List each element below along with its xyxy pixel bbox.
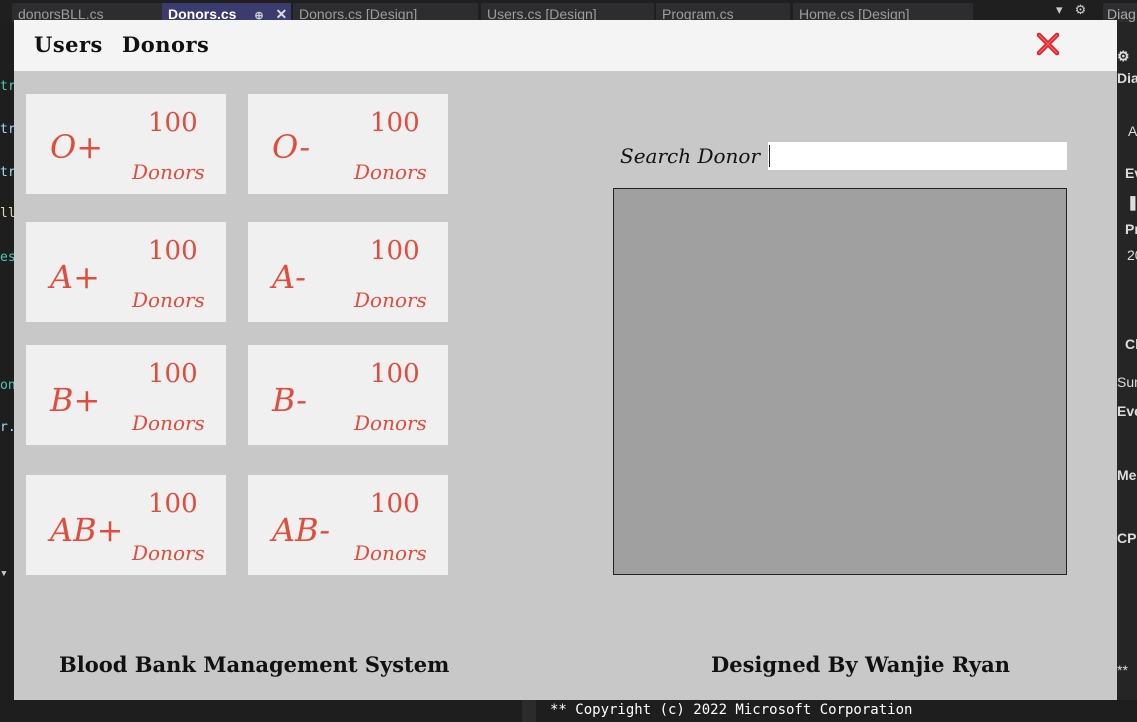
search-donor-label: Search Donor [620, 144, 761, 168]
donor-count: 100 [370, 489, 420, 519]
menu-item-donors[interactable]: Donors [122, 32, 209, 57]
blood-card-b-positive[interactable]: B+ 100 Donors [26, 345, 226, 445]
blood-type-label: O+ [50, 128, 104, 166]
blood-type-label: B- [272, 381, 307, 419]
donors-caption: Donors [132, 160, 205, 184]
code-fragment: ll [0, 206, 14, 221]
blood-type-label: A+ [50, 258, 100, 296]
donors-caption: Donors [354, 411, 427, 435]
donors-form-window: Users Donors O+ 100 Donors O- 100 Donors… [14, 20, 1117, 700]
donors-caption: Donors [132, 411, 205, 435]
blood-card-a-positive[interactable]: A+ 100 Donors [26, 222, 226, 322]
donors-caption: Donors [354, 541, 427, 565]
donors-data-grid[interactable] [613, 188, 1067, 575]
gear-icon[interactable]: ⚙ [1117, 48, 1130, 65]
donors-caption: Donors [354, 160, 427, 184]
donor-count: 100 [370, 359, 420, 389]
code-fragment: tr [0, 79, 14, 94]
panel-label: ** [1117, 662, 1128, 678]
panel-label: Eve [1117, 403, 1137, 419]
panel-label: Me [1117, 467, 1137, 483]
blood-card-a-negative[interactable]: A- 100 Donors [248, 222, 448, 322]
menu-item-users[interactable]: Users [34, 32, 103, 57]
code-fragment: on [0, 378, 14, 393]
blood-card-ab-negative[interactable]: AB- 100 Donors [248, 475, 448, 575]
close-icon[interactable] [1036, 32, 1060, 56]
pause-icon[interactable]: ❚ [1127, 194, 1137, 211]
donors-caption: Donors [354, 288, 427, 312]
panel-label: Ev [1125, 165, 1137, 181]
menu-bar: Users Donors [14, 20, 1117, 71]
text-caret [769, 145, 770, 167]
panel-label: 20 [1127, 247, 1137, 263]
close-button[interactable] [1036, 32, 1060, 56]
blood-type-label: A- [272, 258, 306, 296]
code-fragment: tr [0, 165, 14, 180]
blood-type-label: AB- [272, 511, 331, 549]
console-output: ** Copyright (c) 2022 Microsoft Corporat… [550, 702, 913, 718]
code-fragment: r. [0, 420, 14, 435]
blood-type-label: O- [272, 128, 311, 166]
ide-diagnostics-panel: ⚙ Dia A Ev ❚ Pr 20 Cl Sum Eve Me CPU ** [1117, 22, 1137, 722]
ide-output-area: ** Copyright (c) 2022 Microsoft Corporat… [0, 700, 1137, 722]
splitter[interactable] [522, 700, 536, 722]
code-fragment: tr [0, 122, 14, 137]
donor-count: 100 [148, 489, 198, 519]
blood-type-label: B+ [50, 381, 101, 419]
chevron-down-icon[interactable]: ▾ [0, 566, 14, 581]
donor-count: 100 [148, 236, 198, 266]
panel-label: Sum [1117, 374, 1137, 390]
blood-card-o-positive[interactable]: O+ 100 Donors [26, 94, 226, 194]
ide-tab-tools[interactable]: ▾ ⚙ [1056, 3, 1086, 18]
gear-icon[interactable]: ⚙ [1075, 3, 1087, 18]
donor-count: 100 [148, 359, 198, 389]
panel-label: CPU [1117, 530, 1137, 546]
ide-code-gutter: tr tr tr ll es on r. ▾ [0, 22, 14, 722]
donors-caption: Donors [132, 288, 205, 312]
blood-card-b-negative[interactable]: B- 100 Donors [248, 345, 448, 445]
panel-label: Pr [1125, 221, 1137, 237]
blood-card-ab-positive[interactable]: AB+ 100 Donors [26, 475, 226, 575]
code-fragment: es [0, 250, 14, 265]
dropdown-icon[interactable]: ▾ [1056, 3, 1063, 18]
panel-label: Cl [1125, 336, 1137, 352]
search-donor-input[interactable] [768, 142, 1067, 170]
designer-credit: Designed By Wanjie Ryan [711, 652, 1010, 677]
donors-caption: Donors [132, 541, 205, 565]
app-title-footer: Blood Bank Management System [59, 652, 450, 677]
panel-label: Dia [1117, 70, 1137, 86]
panel-label: A [1128, 123, 1137, 139]
donor-count: 100 [370, 108, 420, 138]
blood-type-label: AB+ [50, 511, 124, 549]
blood-card-o-negative[interactable]: O- 100 Donors [248, 94, 448, 194]
donor-count: 100 [148, 108, 198, 138]
donor-count: 100 [370, 236, 420, 266]
